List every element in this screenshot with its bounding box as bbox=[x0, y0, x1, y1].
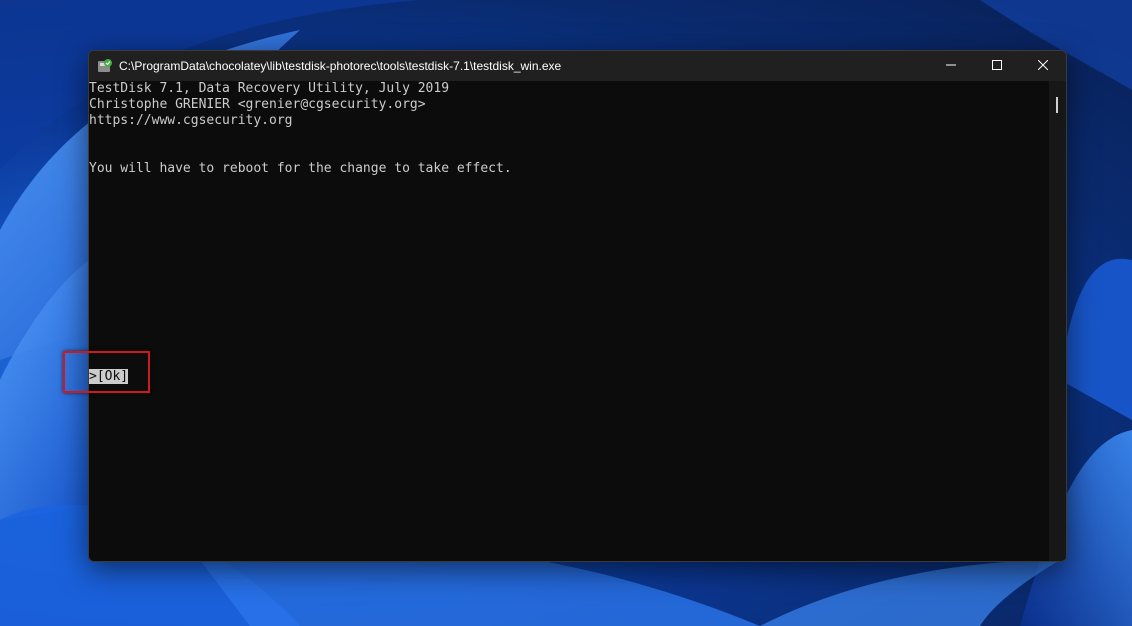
annotation-highlight-box bbox=[63, 351, 150, 393]
close-button[interactable] bbox=[1020, 51, 1066, 81]
maximize-button[interactable] bbox=[974, 51, 1020, 81]
window-controls bbox=[928, 51, 1066, 81]
close-icon bbox=[1037, 57, 1049, 75]
window-title: C:\ProgramData\chocolatey\lib\testdisk-p… bbox=[119, 59, 562, 73]
testdisk-app-icon bbox=[97, 58, 113, 74]
header-version-line: TestDisk 7.1, Data Recovery Utility, Jul… bbox=[89, 81, 450, 96]
header-url-line: https://www.cgsecurity.org bbox=[89, 113, 293, 128]
terminal-window[interactable]: C:\ProgramData\chocolatey\lib\testdisk-p… bbox=[88, 50, 1067, 562]
maximize-icon bbox=[992, 57, 1002, 75]
minimize-button[interactable] bbox=[928, 51, 974, 81]
vertical-scrollbar[interactable] bbox=[1049, 81, 1066, 561]
reboot-message: You will have to reboot for the change t… bbox=[89, 161, 512, 176]
console-output[interactable]: TestDisk 7.1, Data Recovery Utility, Jul… bbox=[89, 81, 1049, 561]
title-bar[interactable]: C:\ProgramData\chocolatey\lib\testdisk-p… bbox=[89, 51, 1066, 81]
scrollbar-thumb[interactable] bbox=[1056, 97, 1058, 113]
header-author-line: Christophe GRENIER <grenier@cgsecurity.o… bbox=[89, 97, 426, 112]
minimize-icon bbox=[946, 57, 956, 75]
